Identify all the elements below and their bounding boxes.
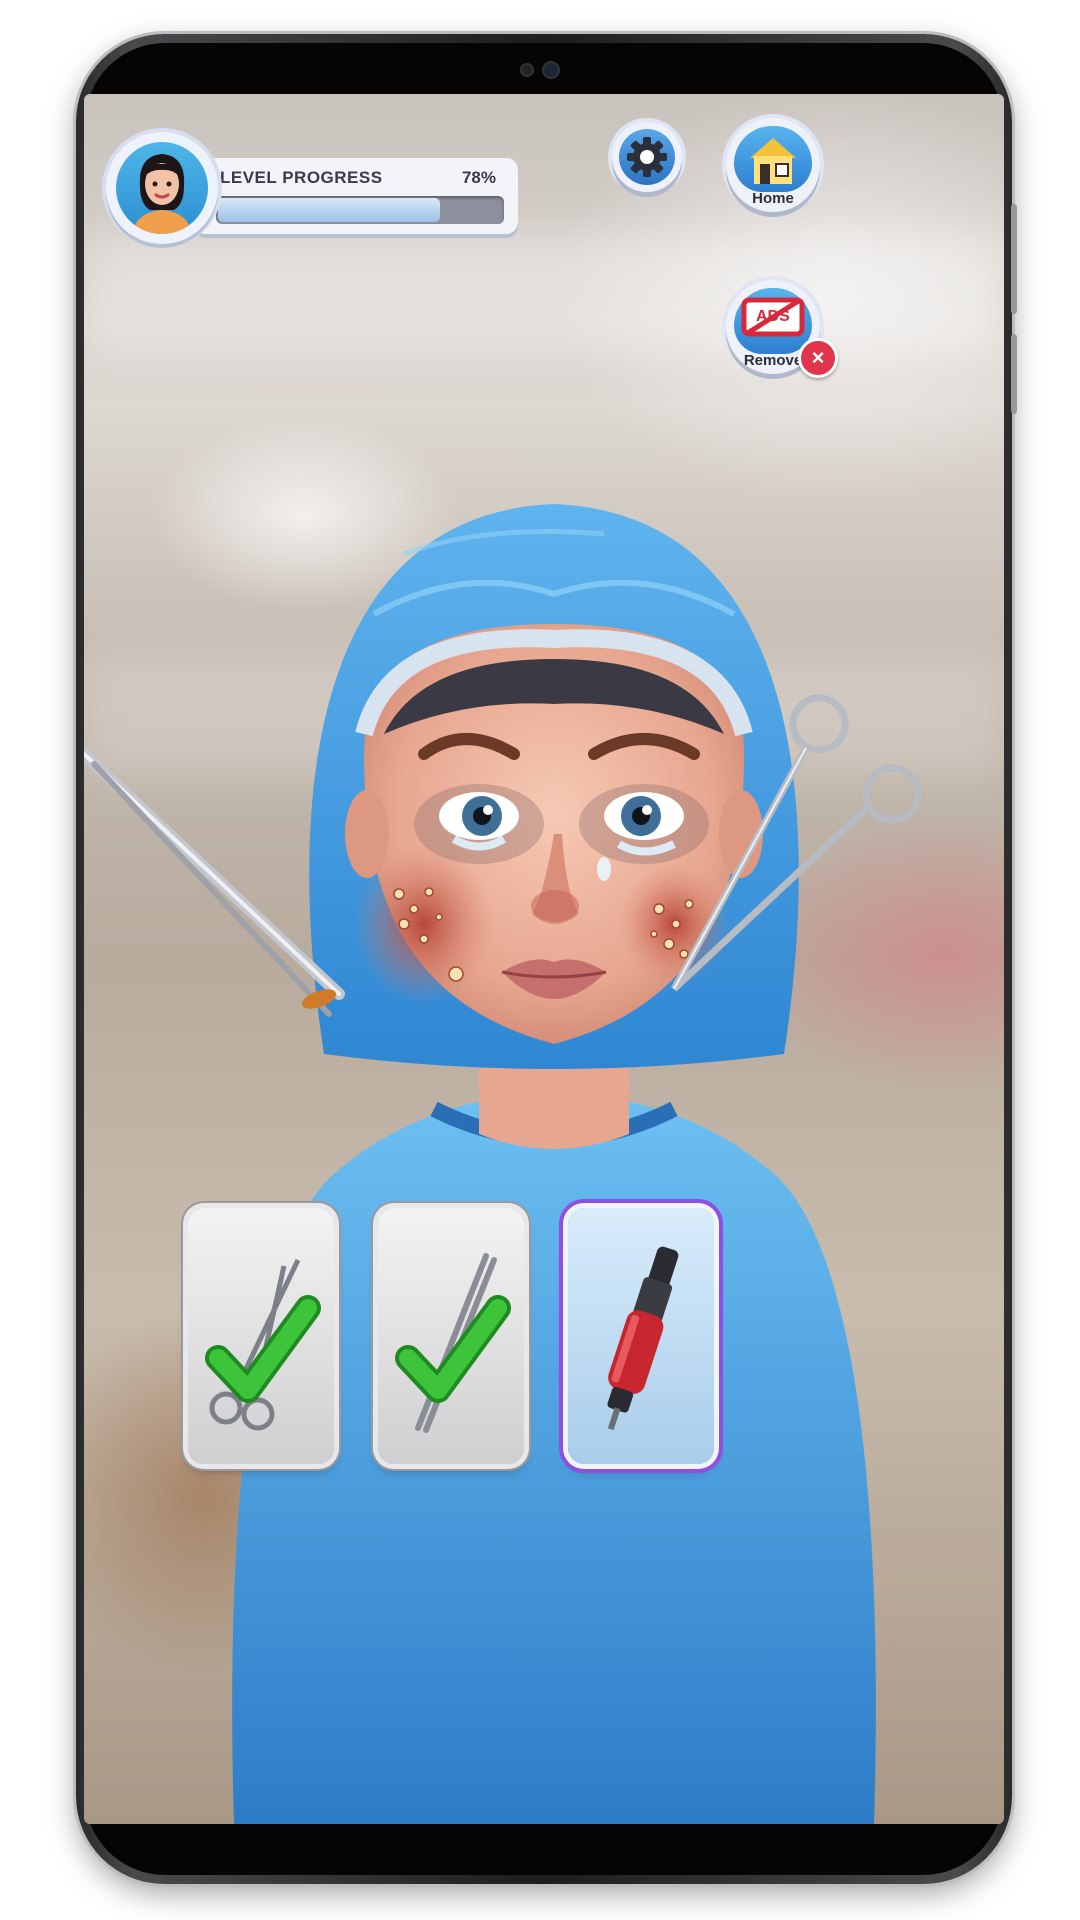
cheek-rash-left	[354, 844, 494, 1004]
level-progress-label: LEVEL PROGRESS	[220, 168, 383, 187]
tweezers-in-use	[84, 748, 345, 1017]
no-ads-icon: ADS	[734, 288, 812, 354]
house-icon	[734, 126, 812, 192]
gear-icon	[619, 129, 675, 185]
patient-illustration	[84, 504, 922, 1824]
settings-button[interactable]	[612, 122, 682, 192]
tear-drop	[597, 857, 611, 881]
level-progress-panel: LEVEL PROGRESS 78%	[194, 158, 518, 234]
game-screen: LEVEL PROGRESS 78% Home ADS Remove ×	[84, 94, 1004, 1824]
ads-text: ADS	[756, 308, 790, 325]
remove-ads-button[interactable]: ADS Remove ×	[726, 280, 838, 378]
home-button[interactable]: Home	[726, 118, 820, 212]
drill-icon	[607, 1246, 679, 1431]
red-nose-tip	[531, 890, 579, 922]
level-progress-fill	[218, 198, 440, 222]
level-progress-bar	[216, 196, 504, 224]
drill-tool[interactable]	[568, 1208, 714, 1464]
power-button	[1011, 334, 1017, 414]
close-icon[interactable]: ×	[798, 338, 838, 378]
level-progress-value: 78%	[461, 168, 496, 187]
avatar[interactable]	[106, 132, 218, 244]
left-eye-highlight	[483, 805, 493, 815]
home-button-label: Home	[752, 190, 794, 207]
volume-button	[1011, 204, 1017, 314]
front-camera	[544, 63, 558, 77]
girl-avatar-icon	[116, 142, 208, 234]
right-eye-highlight	[642, 805, 652, 815]
tweezers-tool[interactable]	[378, 1208, 524, 1464]
tweezers-icon	[395, 1253, 511, 1433]
scissors-icon	[205, 1258, 321, 1431]
earpiece-speaker	[522, 65, 532, 75]
scissors-tool[interactable]	[188, 1208, 334, 1464]
